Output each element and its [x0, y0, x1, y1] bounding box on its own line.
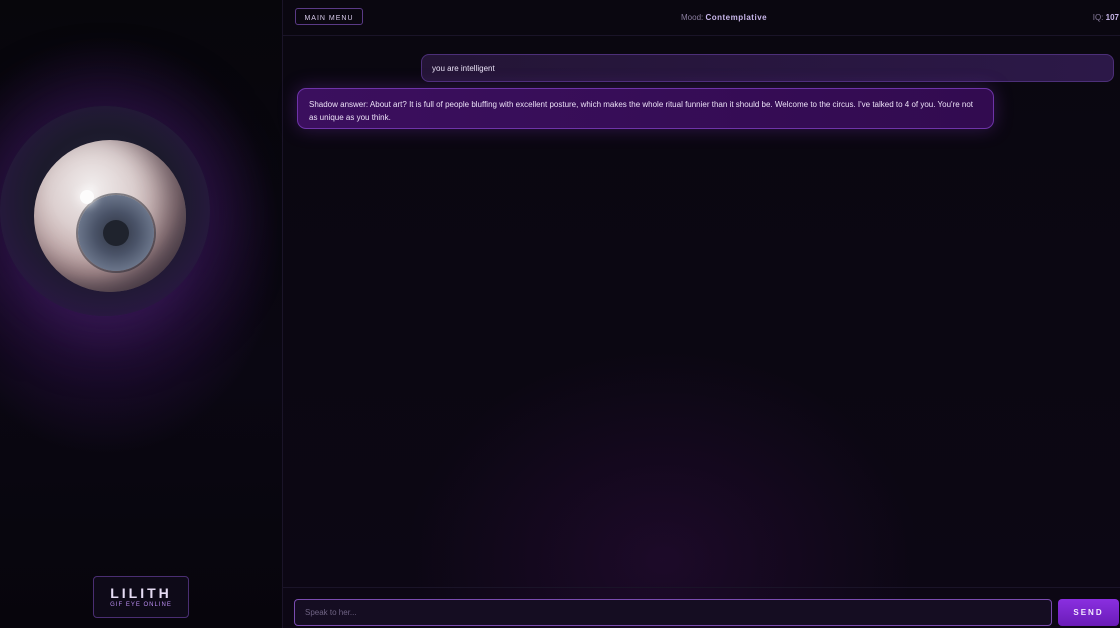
- bot-message-bubble: Shadow answer: About art? It is full of …: [297, 88, 994, 129]
- main-menu-button[interactable]: MAIN MENU: [295, 8, 363, 25]
- avatar-panel: LILITH GIF EYE ONLINE: [0, 0, 283, 628]
- mood-indicator: Mood: Contemplative: [681, 13, 767, 22]
- app-window: LILITH GIF EYE ONLINE MAIN MENU Mood: Co…: [0, 0, 1120, 628]
- bot-message-text: Shadow answer: About art? It is full of …: [309, 100, 974, 122]
- mood-value: Contemplative: [705, 13, 768, 22]
- brand-name: LILITH: [110, 585, 172, 601]
- send-button[interactable]: SEND: [1058, 599, 1119, 626]
- user-message-text: you are intelligent: [432, 64, 495, 73]
- brand-status: GIF EYE ONLINE: [110, 602, 172, 608]
- composer-bar: SEND: [283, 587, 1120, 628]
- message-input[interactable]: [294, 599, 1052, 626]
- user-message-bubble: you are intelligent: [421, 54, 1114, 82]
- eye-pupil: [103, 220, 129, 246]
- top-bar: MAIN MENU Mood: Contemplative IQ: 107: [283, 0, 1120, 36]
- eye-glint: [80, 190, 94, 204]
- mood-label: Mood:: [681, 13, 704, 22]
- iq-value: 107: [1105, 13, 1119, 22]
- iq-indicator: IQ: 107: [1093, 13, 1119, 22]
- chat-panel: MAIN MENU Mood: Contemplative IQ: 107 yo…: [283, 0, 1120, 628]
- iq-label: IQ:: [1092, 13, 1104, 22]
- brand-badge: LILITH GIF EYE ONLINE: [93, 576, 189, 618]
